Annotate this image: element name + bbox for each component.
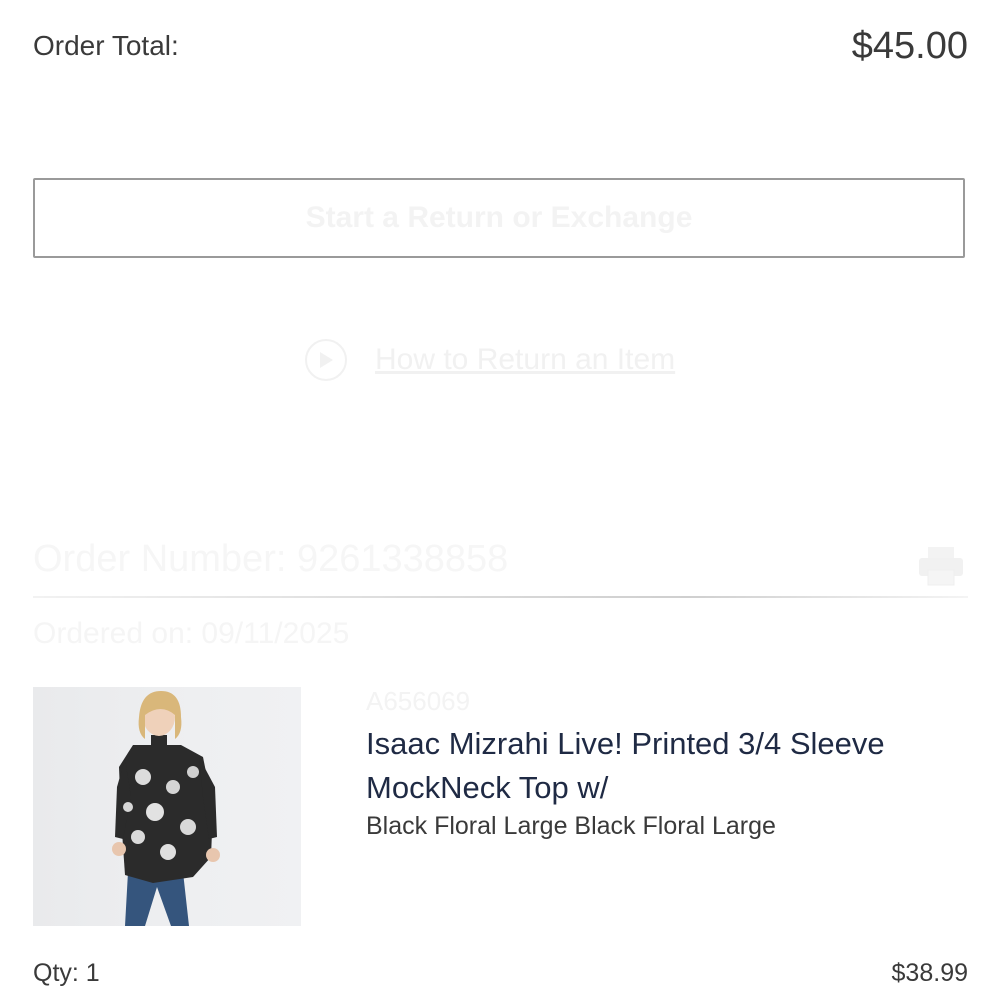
product-variant: Black Floral Large Black Floral Large: [366, 812, 776, 840]
item-price: $38.99: [891, 958, 968, 987]
product-image[interactable]: [33, 687, 301, 926]
product-name-link[interactable]: Isaac Mizrahi Live! Printed 3/4 Sleeve M…: [366, 722, 926, 810]
play-circle-icon: [305, 339, 347, 381]
how-to-return-label: How to Return an Item: [375, 343, 676, 376]
order-total-value: $45.00: [851, 24, 968, 67]
product-sku: A656069: [366, 686, 471, 716]
order-total-row: Order Total: $45.00: [33, 18, 968, 74]
order-detail-page: Order Total: $45.00 Start a Return or Ex…: [0, 0, 1000, 1000]
ordered-on-date: Ordered on: 09/11/2025: [33, 617, 350, 650]
order-total-label: Order Total:: [33, 30, 179, 61]
order-number: Order Number: 9261338858: [33, 538, 509, 580]
item-quantity: Qty: 1: [33, 958, 100, 987]
order-divider: [33, 596, 968, 598]
printer-icon[interactable]: [918, 546, 964, 586]
start-return-button[interactable]: Start a Return or Exchange: [33, 178, 965, 258]
start-return-button-label: Start a Return or Exchange: [305, 201, 693, 234]
quantity-price-row: Qty: 1 $38.99: [33, 955, 968, 991]
how-to-return-link[interactable]: How to Return an Item: [305, 336, 675, 384]
